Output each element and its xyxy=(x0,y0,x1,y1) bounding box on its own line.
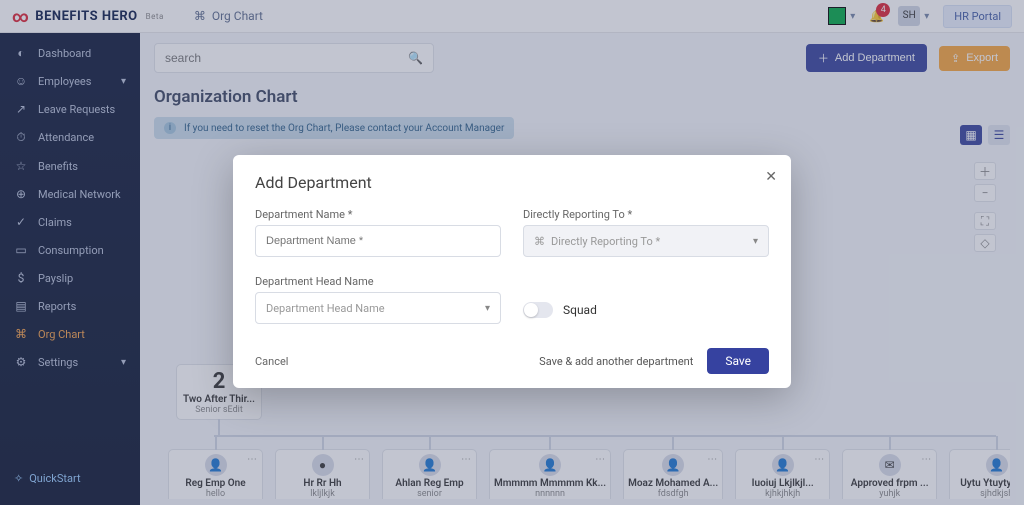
chevron-down-icon: ▾ xyxy=(485,303,490,314)
modal-title: Add Department xyxy=(255,173,769,192)
cancel-button[interactable]: Cancel xyxy=(255,355,288,368)
dept-head-label: Department Head Name xyxy=(255,275,501,288)
close-icon[interactable]: ✕ xyxy=(765,169,777,185)
reporting-to-label: Directly Reporting To * xyxy=(523,208,769,221)
squad-label: Squad xyxy=(563,303,597,317)
modal-overlay[interactable]: ✕ Add Department Department Name * Direc… xyxy=(0,0,1024,505)
save-button[interactable]: Save xyxy=(707,348,769,374)
dept-name-input[interactable] xyxy=(255,225,501,257)
squad-toggle[interactable] xyxy=(523,302,553,318)
add-department-modal: ✕ Add Department Department Name * Direc… xyxy=(233,155,791,388)
hierarchy-icon: ⌘ xyxy=(534,235,545,248)
save-add-another-button[interactable]: Save & add another department xyxy=(539,355,693,368)
reporting-to-select[interactable]: ⌘ Directly Reporting To * ▾ xyxy=(523,225,769,257)
dept-name-label: Department Name * xyxy=(255,208,501,221)
dept-head-select[interactable]: Department Head Name ▾ xyxy=(255,292,501,324)
chevron-down-icon: ▾ xyxy=(753,236,758,247)
